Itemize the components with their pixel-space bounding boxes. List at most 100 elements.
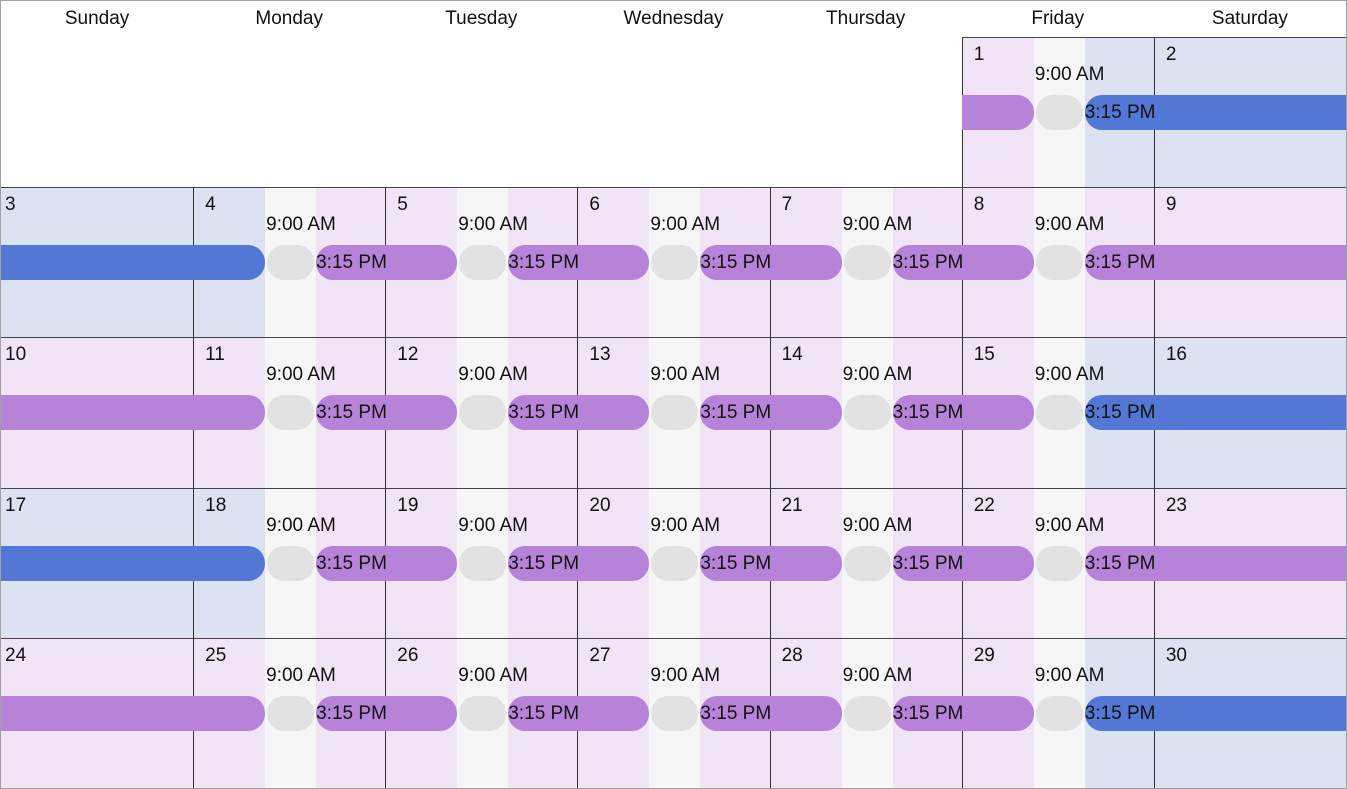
weekday-header-wednesday: Wednesday <box>623 8 724 29</box>
day-number[interactable]: 17 <box>5 495 26 517</box>
day-number[interactable]: 5 <box>397 194 408 216</box>
shift-start-label: 9:00 AM <box>650 364 721 386</box>
shift-end-label: 3:15 PM <box>316 252 387 274</box>
shift-start-label: 9:00 AM <box>1034 364 1105 386</box>
off-time-gap <box>267 395 315 431</box>
shift-end-label: 3:15 PM <box>316 702 387 724</box>
day-number[interactable]: 28 <box>782 645 803 667</box>
day-number[interactable]: 15 <box>974 344 995 366</box>
shift-event-purple[interactable] <box>1 395 266 431</box>
day-number[interactable]: 22 <box>974 495 995 517</box>
off-time-gap <box>843 545 891 581</box>
day-number[interactable]: 25 <box>205 645 226 667</box>
shift-end-label: 3:15 PM <box>892 402 964 424</box>
shift-end-label: 3:15 PM <box>1084 702 1156 724</box>
day-number[interactable]: 12 <box>397 344 418 366</box>
shift-end-label: 3:15 PM <box>508 552 580 574</box>
shift-end-label: 3:15 PM <box>892 702 964 724</box>
day-number[interactable]: 24 <box>5 645 26 667</box>
shift-end-label: 3:15 PM <box>892 552 964 574</box>
off-time-gap <box>1035 695 1083 731</box>
shift-event-purple[interactable] <box>961 95 1034 130</box>
off-time-gap <box>843 695 891 731</box>
off-time-gap <box>1035 95 1083 130</box>
shift-end-label: 3:15 PM <box>700 702 772 724</box>
day-number[interactable]: 26 <box>397 645 418 667</box>
shift-start-label: 9:00 AM <box>650 664 721 686</box>
shift-start-label: 9:00 AM <box>458 364 528 386</box>
day-number[interactable]: 23 <box>1166 495 1187 517</box>
off-time-gap <box>843 395 891 431</box>
shift-start-label: 9:00 AM <box>1034 214 1105 236</box>
shift-start-label: 9:00 AM <box>842 514 913 536</box>
day-number[interactable]: 13 <box>589 344 610 366</box>
shift-start-label: 9:00 AM <box>1034 64 1105 85</box>
shift-start-label: 9:00 AM <box>1034 514 1105 536</box>
off-time-gap <box>843 245 891 281</box>
weekday-header-monday: Monday <box>255 8 324 29</box>
shift-start-label: 9:00 AM <box>1034 664 1105 686</box>
row-divider <box>1 487 1346 489</box>
weekday-header-sunday: Sunday <box>64 8 130 29</box>
shift-start-label: 9:00 AM <box>842 214 913 236</box>
weekday-header-friday: Friday <box>1031 8 1085 29</box>
shift-end-label: 3:15 PM <box>508 252 580 274</box>
off-time-gap <box>267 545 315 581</box>
shift-start-label: 9:00 AM <box>458 664 528 686</box>
shift-start-label: 9:00 AM <box>458 514 528 536</box>
day-number[interactable]: 10 <box>5 344 26 366</box>
shift-end-label: 3:15 PM <box>1084 402 1156 424</box>
off-time-gap <box>651 545 699 581</box>
off-time-gap <box>267 245 315 281</box>
day-number[interactable]: 20 <box>589 495 610 517</box>
shift-start-label: 9:00 AM <box>266 364 336 386</box>
shift-start-label: 9:00 AM <box>842 364 913 386</box>
shift-end-label: 3:15 PM <box>508 702 580 724</box>
shift-start-label: 9:00 AM <box>266 664 336 686</box>
day-number[interactable]: 21 <box>782 495 803 517</box>
day-number[interactable]: 27 <box>589 645 610 667</box>
off-time-gap <box>1035 245 1083 281</box>
shift-event-blue[interactable] <box>1 245 266 281</box>
shift-start-label: 9:00 AM <box>458 214 528 236</box>
off-time-gap <box>651 395 699 431</box>
shift-start-label: 9:00 AM <box>266 214 336 236</box>
day-number[interactable]: 1 <box>974 44 985 66</box>
day-number[interactable]: 18 <box>205 495 226 517</box>
day-number[interactable]: 7 <box>782 194 793 216</box>
day-number[interactable]: 4 <box>205 194 216 216</box>
weekday-header-saturday: Saturday <box>1211 8 1288 29</box>
shift-end-label: 3:15 PM <box>316 552 387 574</box>
day-number[interactable]: 2 <box>1166 44 1177 66</box>
weekday-header-thursday: Thursday <box>826 8 906 29</box>
shift-end-label: 3:15 PM <box>1084 552 1156 574</box>
shift-end-label: 3:15 PM <box>700 252 772 274</box>
shift-end-label: 3:15 PM <box>1084 102 1156 123</box>
day-number[interactable]: 14 <box>782 344 803 366</box>
day-number[interactable]: 8 <box>974 194 985 216</box>
row-divider <box>1 637 1346 639</box>
day-number[interactable]: 6 <box>589 194 600 216</box>
day-number[interactable]: 30 <box>1166 645 1187 667</box>
day-number[interactable]: 29 <box>974 645 995 667</box>
day-number[interactable]: 9 <box>1166 194 1177 216</box>
day-number[interactable]: 3 <box>5 194 16 216</box>
shift-end-label: 3:15 PM <box>316 402 387 424</box>
shift-event-blue[interactable] <box>1 545 266 581</box>
shift-event-purple[interactable] <box>1 695 266 731</box>
shift-start-label: 9:00 AM <box>842 664 913 686</box>
month-calendar: Sunday Monday Tuesday Wednesday Thursday Frid… <box>0 0 1347 789</box>
shift-start-label: 9:00 AM <box>650 514 721 536</box>
day-number[interactable]: 19 <box>397 495 418 517</box>
day-number[interactable]: 11 <box>205 344 225 366</box>
off-time-gap <box>459 245 507 281</box>
shift-end-label: 3:15 PM <box>508 402 580 424</box>
shift-end-label: 3:15 PM <box>700 552 772 574</box>
off-time-gap <box>1035 395 1083 431</box>
shift-end-label: 3:15 PM <box>1084 252 1156 274</box>
shift-start-label: 9:00 AM <box>650 214 721 236</box>
day-number[interactable]: 16 <box>1166 344 1187 366</box>
row-divider <box>1 187 962 189</box>
shift-end-label: 3:15 PM <box>700 402 772 424</box>
off-time-gap <box>267 695 315 731</box>
